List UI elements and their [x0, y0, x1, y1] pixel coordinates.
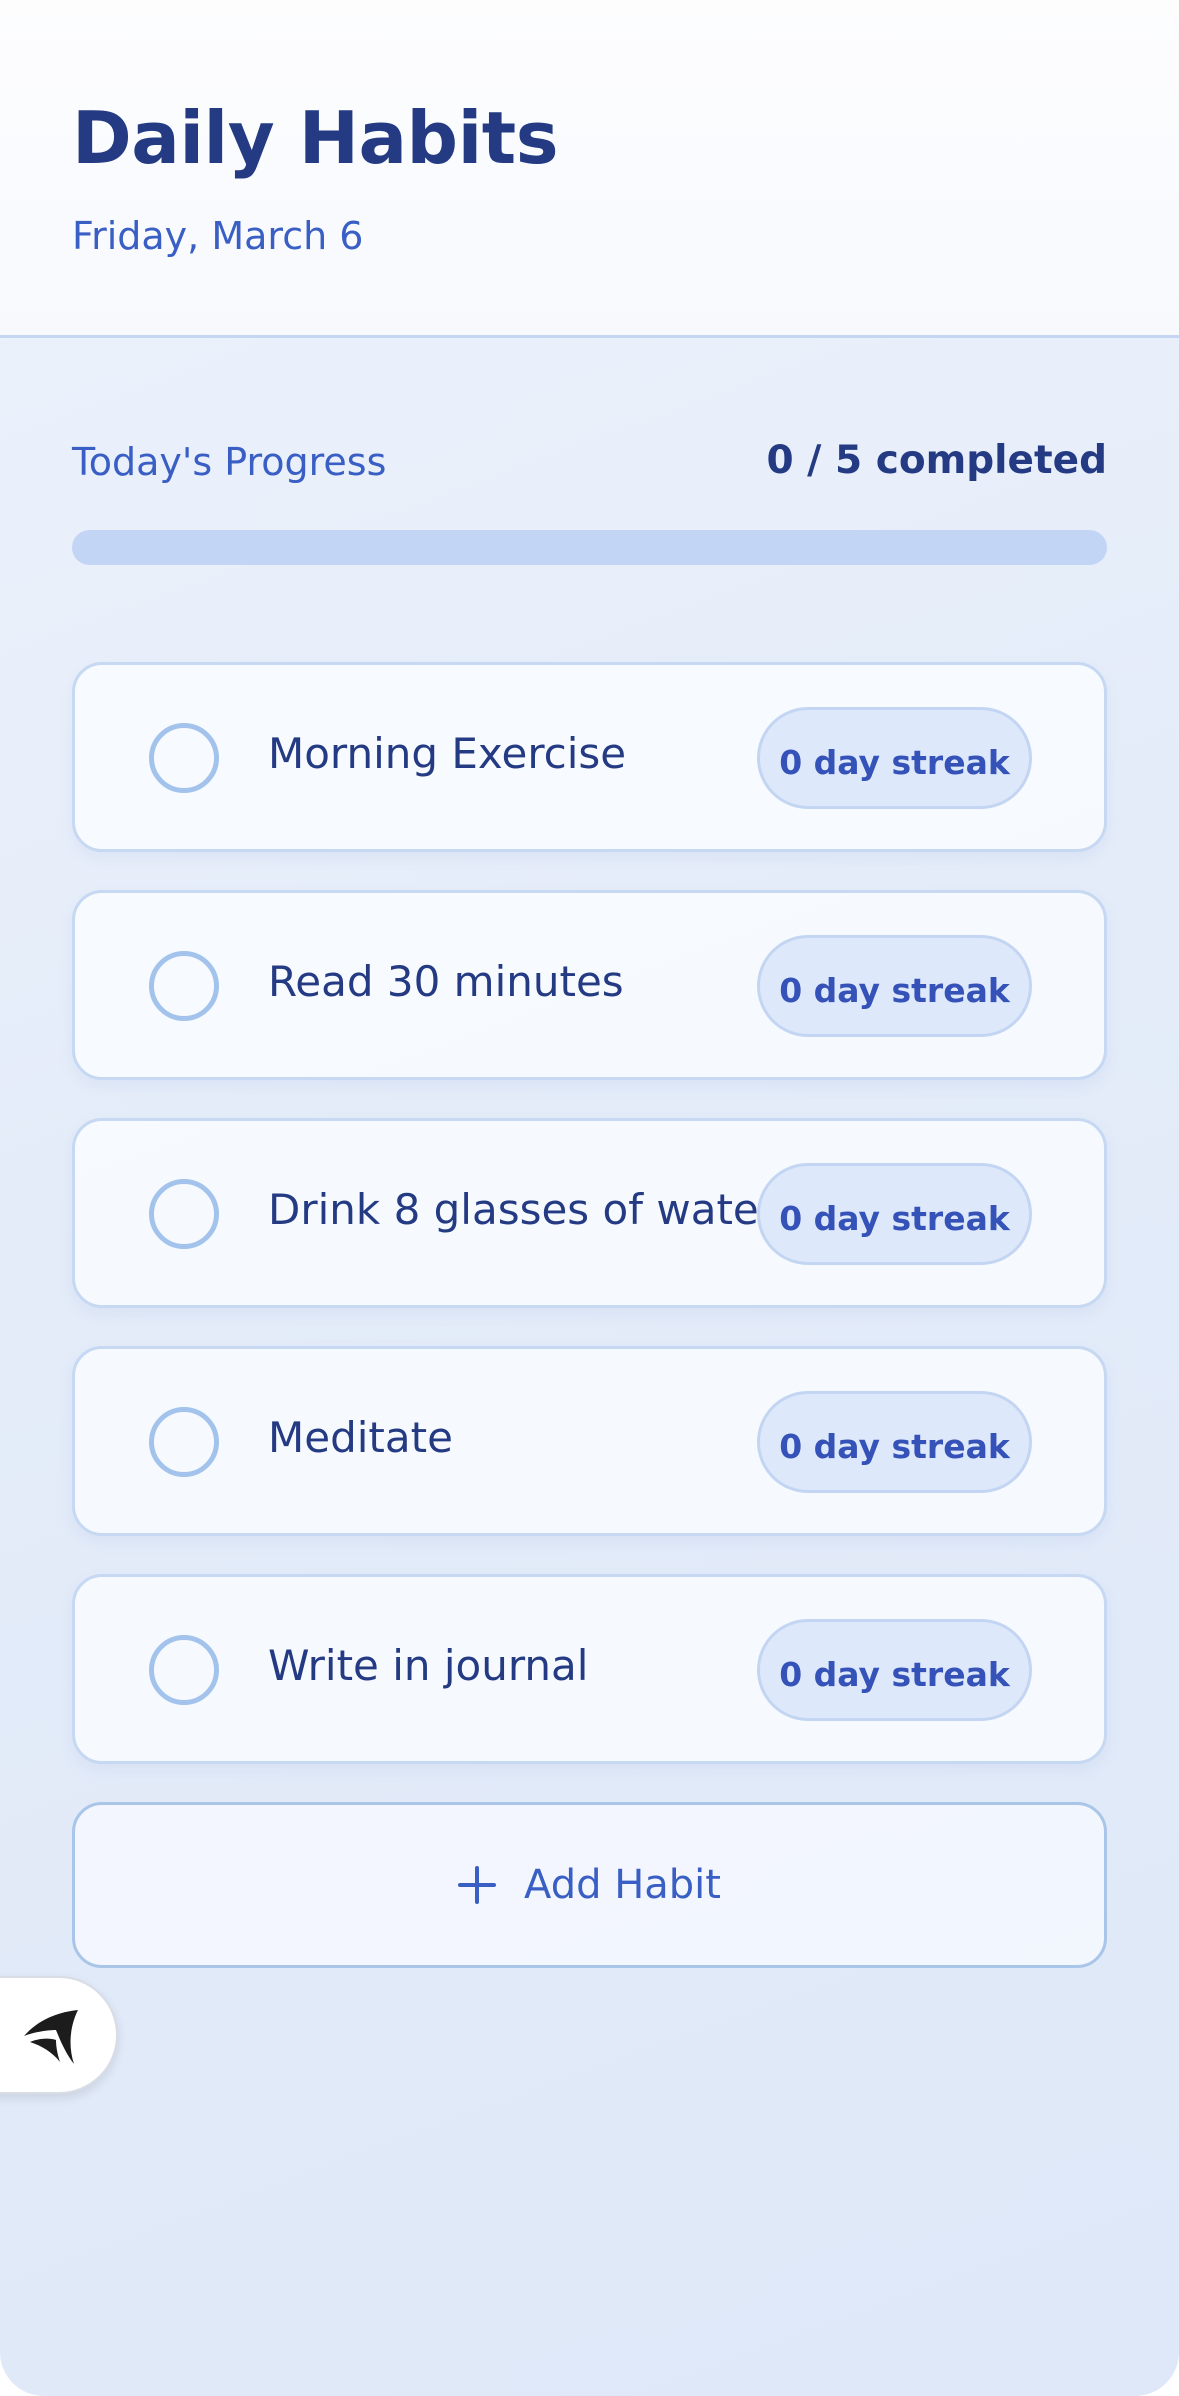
plus-icon — [458, 1866, 497, 1904]
progress-count: 0 / 5 completed — [766, 438, 1107, 483]
habit-name: Write in journal — [268, 1641, 589, 1690]
habit-name: Drink 8 glasses of water — [268, 1185, 777, 1234]
page-title: Daily Habits — [72, 96, 559, 180]
header: Daily Habits Friday, March 6 — [0, 0, 1179, 338]
habit-card[interactable]: Read 30 minutes 0 day streak — [72, 890, 1107, 1080]
habit-card[interactable]: Morning Exercise 0 day streak — [72, 662, 1107, 852]
progress-label: Today's Progress — [72, 440, 387, 484]
add-habit-label: Add Habit — [524, 1862, 721, 1908]
floating-app-badge[interactable] — [0, 1976, 118, 2094]
habit-card[interactable]: Meditate 0 day streak — [72, 1346, 1107, 1536]
streak-badge: 0 day streak — [757, 1163, 1032, 1265]
streak-badge: 0 day streak — [757, 1619, 1032, 1721]
habit-name: Morning Exercise — [268, 729, 627, 778]
habit-checkbox[interactable] — [149, 951, 219, 1021]
habit-name: Read 30 minutes — [268, 957, 624, 1006]
habit-checkbox[interactable] — [149, 723, 219, 793]
progress-bar — [72, 530, 1107, 565]
streak-badge: 0 day streak — [757, 935, 1032, 1037]
current-date: Friday, March 6 — [72, 214, 364, 258]
streak-badge: 0 day streak — [757, 1391, 1032, 1493]
streak-badge: 0 day streak — [757, 707, 1032, 809]
habit-name: Meditate — [268, 1413, 453, 1462]
habit-checkbox[interactable] — [149, 1635, 219, 1705]
app-logo-icon — [24, 2010, 78, 2064]
habit-card[interactable]: Write in journal 0 day streak — [72, 1574, 1107, 1764]
habit-checkbox[interactable] — [149, 1179, 219, 1249]
habit-checkbox[interactable] — [149, 1407, 219, 1477]
habit-card[interactable]: Drink 8 glasses of water 0 day streak — [72, 1118, 1107, 1308]
app-screen: Daily Habits Friday, March 6 Today's Pro… — [0, 0, 1179, 2396]
add-habit-button[interactable]: Add Habit — [72, 1802, 1107, 1968]
